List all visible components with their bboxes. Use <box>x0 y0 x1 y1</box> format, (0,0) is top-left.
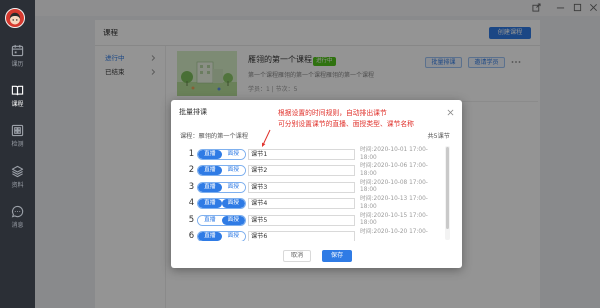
annotation-text: 可分别设置课节的直播、面授类型、课节名称 <box>278 120 414 128</box>
close-icon[interactable] <box>447 109 454 116</box>
session-row: 1 直播 面授 课节1 时间:2020-10-01 17:00- 18:00 <box>183 147 445 163</box>
offline-option[interactable]: 面授 <box>221 232 245 241</box>
session-row: 6 直播 面授 课节6 时间:2020-10-20 17:00- <box>183 229 445 241</box>
session-name-input[interactable]: 课节4 <box>248 198 355 210</box>
offline-option[interactable]: 面授 <box>221 215 245 225</box>
monitor-icon <box>11 124 24 137</box>
sidebar-item-messages[interactable]: 消息 <box>0 205 35 231</box>
live-option[interactable]: 直播 <box>198 182 222 192</box>
sidebar-item-materials[interactable]: 资料 <box>0 165 35 191</box>
session-type-toggle: 直播 面授 <box>197 198 246 210</box>
session-time-start: 时间:2020-10-20 17:00- <box>360 229 428 235</box>
avatar[interactable] <box>5 8 25 28</box>
session-time: 时间:2020-10-13 17:00- 18:00 <box>360 196 442 211</box>
offline-option[interactable]: 面授 <box>221 150 245 159</box>
live-option[interactable]: 直播 <box>198 166 222 176</box>
session-time-end: 18:00 <box>360 154 377 161</box>
session-time: 时间:2020-10-01 17:00- 18:00 <box>360 147 442 162</box>
session-type-toggle: 直播 面授 <box>197 165 246 177</box>
live-option[interactable]: 直播 <box>198 232 222 241</box>
save-button[interactable]: 保存 <box>322 250 352 262</box>
session-time: 时间:2020-10-20 17:00- <box>360 229 442 237</box>
sidebar-item-courses[interactable]: 课程 <box>0 84 35 110</box>
live-option[interactable]: 直播 <box>198 150 222 159</box>
cancel-button[interactable]: 取消 <box>283 250 311 262</box>
session-time: 时间:2020-10-15 17:00- 18:00 <box>360 213 442 228</box>
session-number: 5 <box>188 214 195 225</box>
calendar-icon <box>11 44 24 57</box>
session-name-input[interactable]: 课节5 <box>248 214 355 226</box>
session-name-input[interactable]: 课节6 <box>248 231 355 241</box>
scrollbar-thumb[interactable] <box>446 147 449 229</box>
sidebar: 课历 课程 检测 资料 消息 <box>0 0 35 308</box>
session-row: 5 直播 面授 课节5 时间:2020-10-15 17:00- 18:00 <box>183 213 445 229</box>
dialog-course-label: 课程：雁翎的第一个课程 <box>180 133 249 140</box>
sidebar-item-label: 课程 <box>11 101 24 108</box>
session-number: 4 <box>188 198 195 209</box>
session-type-toggle: 直播 面授 <box>197 231 246 241</box>
offline-option[interactable]: 面授 <box>221 166 245 176</box>
offline-option[interactable]: 面授 <box>221 199 245 209</box>
session-name-input[interactable]: 课节1 <box>248 149 355 160</box>
session-name-input[interactable]: 课节3 <box>248 181 355 193</box>
dialog-title: 批量排课 <box>179 108 207 116</box>
session-time-end: 18:00 <box>360 220 377 227</box>
sidebar-item-label: 资料 <box>11 182 24 189</box>
session-time-end: 18:00 <box>360 203 377 210</box>
session-type-toggle: 直播 面授 <box>197 214 246 226</box>
offline-option[interactable]: 面授 <box>221 182 245 192</box>
annotation-text: 根据设置的时间规则，自动排出课节 <box>278 109 387 117</box>
session-time-end: 18:00 <box>360 170 377 177</box>
session-row: 2 直播 面授 课节2 时间:2020-10-06 17:00- 18:00 <box>183 163 445 179</box>
session-list[interactable]: 1 直播 面授 课节1 时间:2020-10-01 17:00- 18:00 2… <box>183 145 445 241</box>
sidebar-item-label: 课历 <box>11 61 24 68</box>
session-time-start: 时间:2020-10-01 17:00- <box>360 147 428 153</box>
session-time-start: 时间:2020-10-13 17:00- <box>360 196 428 203</box>
session-time: 时间:2020-10-06 17:00- 18:00 <box>360 163 442 178</box>
session-time-start: 时间:2020-10-15 17:00- <box>360 212 428 219</box>
sidebar-item-label: 检测 <box>11 141 24 148</box>
session-number: 1 <box>188 149 195 159</box>
live-option[interactable]: 直播 <box>198 215 222 225</box>
batch-schedule-dialog: 批量排课 根据设置的时间规则，自动排出课节 可分别设置课节的直播、面授类型、课节… <box>171 100 462 268</box>
book-icon <box>11 85 24 96</box>
session-time: 时间:2020-10-08 17:00- 18:00 <box>360 180 442 195</box>
sidebar-item-schedule[interactable]: 课历 <box>0 44 35 70</box>
session-type-toggle: 直播 面授 <box>197 149 246 160</box>
session-number: 2 <box>188 165 195 176</box>
session-time-end: 18:00 <box>360 187 377 194</box>
sidebar-item-label: 消息 <box>11 222 24 229</box>
session-name-input[interactable]: 课节2 <box>248 165 355 177</box>
session-row: 3 直播 面授 课节3 时间:2020-10-08 17:00- 18:00 <box>183 180 445 196</box>
session-count: 共5课节 <box>427 133 451 140</box>
session-time-start: 时间:2020-10-08 17:00- <box>360 179 428 186</box>
session-number: 3 <box>188 181 195 192</box>
sidebar-item-tests[interactable]: 检测 <box>0 124 35 150</box>
session-number: 6 <box>188 231 195 241</box>
layers-icon <box>11 165 24 178</box>
session-type-toggle: 直播 面授 <box>197 181 246 193</box>
session-time-start: 时间:2020-10-06 17:00- <box>360 163 428 170</box>
chat-icon <box>11 205 24 218</box>
live-option[interactable]: 直播 <box>198 199 222 209</box>
session-row: 4 直播 面授 课节4 时间:2020-10-13 17:00- 18:00 <box>183 196 445 212</box>
